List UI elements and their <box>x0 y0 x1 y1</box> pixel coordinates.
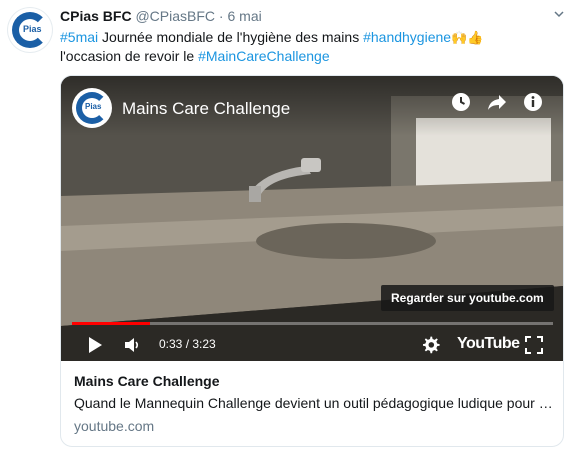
tweet-text-line2: l'occasion de revoir le <box>60 48 199 64</box>
author-name[interactable]: CPias BFC <box>60 8 132 24</box>
youtube-logo[interactable]: YouTube <box>457 335 520 353</box>
header-separator: · <box>218 8 224 24</box>
card-body[interactable]: Mains Care Challenge Quand le Mannequin … <box>61 361 563 446</box>
hashtag-handhygiene[interactable]: #handhygiene <box>363 29 451 45</box>
channel-wordmark: Pias <box>85 102 102 111</box>
tweet-text: #5mai Journée mondiale de l'hygiène des … <box>60 28 560 66</box>
info-icon[interactable] <box>521 90 545 114</box>
time-separator: / <box>182 337 193 351</box>
clock-icon[interactable] <box>449 90 473 114</box>
player-controls: 0:33 / 3:23 YouTube <box>61 328 563 361</box>
video-title[interactable]: Mains Care Challenge <box>122 99 290 119</box>
tweet-header: CPias BFC @CPiasBFC · 6 mai <box>60 7 262 25</box>
avatar-wordmark: Pias <box>23 24 42 34</box>
author-avatar[interactable]: Pias <box>8 8 52 52</box>
progress-bar-fill <box>72 322 151 325</box>
watch-on-youtube-button[interactable]: Regarder sur youtube.com <box>381 285 554 311</box>
video-player[interactable]: Pias Mains Care Challenge Regarder sur y… <box>61 76 563 361</box>
duration: 3:23 <box>192 337 216 351</box>
emoji-hands: 🙌👍 <box>451 30 484 45</box>
current-time: 0:33 <box>159 337 183 351</box>
time-display: 0:33 / 3:23 <box>159 337 216 351</box>
chevron-down-icon[interactable] <box>554 9 564 19</box>
card-title: Mains Care Challenge <box>74 373 220 389</box>
settings-icon[interactable] <box>421 335 440 354</box>
progress-bar[interactable] <box>72 322 553 325</box>
hashtag-maincarechallenge[interactable]: #MainCareChallenge <box>198 48 330 64</box>
tweet-date[interactable]: 6 mai <box>227 8 261 24</box>
channel-logo[interactable]: Pias <box>72 88 112 128</box>
play-icon[interactable] <box>87 336 103 354</box>
hashtag-5mai[interactable]: #5mai <box>60 29 98 45</box>
tweet-text-line1: Journée mondiale de l'hygiène des mains <box>98 29 364 45</box>
share-icon[interactable] <box>485 90 509 114</box>
card-domain: youtube.com <box>74 418 155 434</box>
link-card[interactable]: Pias Mains Care Challenge Regarder sur y… <box>60 75 564 447</box>
author-handle[interactable]: @CPiasBFC <box>135 8 215 24</box>
card-description: Quand le Mannequin Challenge devient un … <box>74 395 554 411</box>
fullscreen-icon[interactable] <box>525 336 543 354</box>
volume-icon[interactable] <box>123 336 141 354</box>
